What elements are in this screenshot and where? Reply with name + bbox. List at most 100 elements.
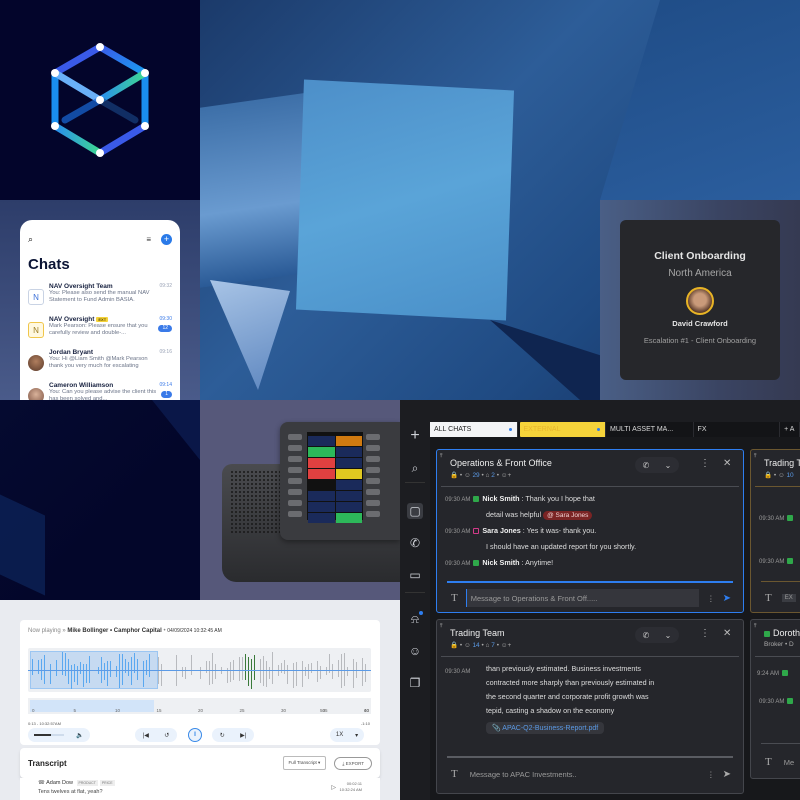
phone-icon[interactable]: ✆ xyxy=(407,535,423,551)
more-icon[interactable]: ⋮ xyxy=(707,770,715,779)
member-count: 29 xyxy=(472,472,480,479)
call-control[interactable]: ✆ ⌄ xyxy=(635,457,679,473)
chat-list-item[interactable]: N NAV Oversight EXT 09:30 Mark Pearson: Pl… xyxy=(28,316,172,347)
waveform-bar xyxy=(89,655,90,670)
panel-title: Operations & Front Office xyxy=(450,458,552,468)
tab-label: MULTI ASSET MA... xyxy=(610,426,674,433)
waveform-bar xyxy=(293,671,294,688)
waveform-bar xyxy=(89,671,90,684)
waveform-bar xyxy=(71,671,72,689)
tab-multi-asset[interactable]: MULTI ASSET MA... xyxy=(606,422,694,437)
pause-button[interactable]: ‖ xyxy=(188,728,202,742)
text-format-icon[interactable]: T xyxy=(765,756,772,768)
waveform-bar xyxy=(38,659,39,670)
speed-select[interactable]: 1X ▾ xyxy=(330,728,364,742)
plus-circle-icon[interactable]: + xyxy=(161,233,172,245)
attachment-link[interactable]: 📎 APAC-Q2-Business-Report.pdf xyxy=(486,722,605,734)
chat-list-item[interactable]: Jordan Bryant 09:16 You: Hi @Liam Smith @… xyxy=(28,349,172,380)
video-icon[interactable]: ▭ xyxy=(407,567,423,583)
device-key xyxy=(366,489,380,495)
waveform-bar xyxy=(302,661,303,670)
search-icon[interactable]: ⌕ xyxy=(28,234,33,245)
add-tab-button[interactable]: + A xyxy=(780,422,800,437)
text-format-icon[interactable]: T xyxy=(765,592,772,604)
contacts-icon[interactable]: ☺ xyxy=(407,643,423,659)
client-onboarding-card[interactable]: Client Onboarding North America David Cr… xyxy=(620,220,780,380)
message-input[interactable]: Message to Operations & Front Off..... xyxy=(465,589,700,607)
call-player-tile: Now playing » Mike Bollinger • Camphor C… xyxy=(0,600,400,800)
waveform-bar xyxy=(284,671,285,674)
skip-previous-icon[interactable]: |◀ xyxy=(143,732,149,739)
tab-fx[interactable]: FX xyxy=(694,422,781,437)
chevron-down-icon[interactable]: ⌄ xyxy=(665,461,672,470)
text-format-icon[interactable]: T xyxy=(451,768,458,780)
waveform-bar xyxy=(215,663,216,670)
panel-title: Trading Team xyxy=(450,628,505,638)
send-icon[interactable]: ➤ xyxy=(723,769,731,780)
waveform-bar xyxy=(161,664,162,670)
waveform-bar xyxy=(242,657,243,670)
transcript-filter-select[interactable]: Full Transcript ▾ xyxy=(282,756,327,770)
plus-icon[interactable]: + xyxy=(407,428,423,444)
panel-meta: 🔒 • ☺ 29 • ⌂ 2 • ☺+ xyxy=(450,472,512,479)
waveform-bar xyxy=(83,664,84,670)
chat-icon[interactable]: ▢ xyxy=(407,503,423,519)
speaker-icon[interactable]: 🔈 xyxy=(76,732,83,739)
filter-icon[interactable]: ≡ xyxy=(146,235,151,244)
msg-time: 09:30 AM xyxy=(759,559,785,565)
phone-icon[interactable]: ✆ xyxy=(643,461,650,470)
volume-control[interactable]: 🔈 xyxy=(28,728,90,742)
call-control[interactable]: ✆ ⌄ xyxy=(635,627,679,643)
forward-icon[interactable]: ↻ xyxy=(220,732,225,739)
dark-abstract-tile xyxy=(0,400,200,600)
panel-meta: 🔒 • ☺ 14 • ⌂ 7 • ☺+ xyxy=(450,642,512,649)
waveform-bar xyxy=(251,659,252,670)
chat-list-item[interactable]: Cameron Williamson 09:14 You: Can you ple… xyxy=(28,382,172,400)
timeline-tick-label: 15 xyxy=(156,708,162,713)
timeline-tick-label: 25 xyxy=(239,708,245,713)
waveform-bar xyxy=(272,671,273,684)
bookmark-icon[interactable]: ❐ xyxy=(407,675,423,691)
message-input[interactable]: Message to APAC Investments.. xyxy=(470,770,699,779)
waveform-bar xyxy=(62,671,63,675)
waveform-bar xyxy=(266,660,267,670)
waveform-bar xyxy=(281,662,282,670)
pin-icon[interactable]: ⫯ xyxy=(440,623,443,630)
chat-list-item[interactable]: N NAV Oversight Team 09:32 You: Please al… xyxy=(28,283,172,314)
msg-time: 09:30 AM xyxy=(759,699,785,705)
close-icon[interactable]: ✕ xyxy=(723,458,731,469)
waveform-bar xyxy=(338,660,339,670)
waveform-bar xyxy=(260,671,261,684)
pin-icon[interactable]: ⫯ xyxy=(754,623,757,630)
skip-next-icon[interactable]: ▶| xyxy=(240,732,246,739)
rewind-icon[interactable]: ↺ xyxy=(164,732,169,739)
more-icon[interactable]: ⋮ xyxy=(700,628,710,639)
waveform-bar xyxy=(302,671,303,688)
mention-chip[interactable]: @ Sara Jones xyxy=(543,511,593,520)
more-icon[interactable]: ⋮ xyxy=(700,458,710,469)
waveform-bar xyxy=(74,664,75,670)
play-icon[interactable]: ▷ xyxy=(331,784,336,791)
waveform-bar xyxy=(119,654,120,670)
waveform-bar xyxy=(221,671,222,675)
tab-external[interactable]: EXTERNAL xyxy=(519,422,607,437)
close-icon[interactable]: ✕ xyxy=(723,628,731,639)
message-input[interactable]: Me xyxy=(784,758,794,767)
send-icon[interactable]: ➤ xyxy=(723,593,731,604)
phone-icon[interactable]: ✆ xyxy=(643,631,650,640)
chat-name: NAV Oversight Team xyxy=(49,283,113,290)
pin-icon[interactable]: ⫯ xyxy=(754,453,757,460)
msg-time: 9:24 AM xyxy=(757,671,780,677)
device-key xyxy=(288,478,302,484)
export-button[interactable]: ⤓ EXPORT xyxy=(334,756,372,770)
waveform-bar xyxy=(248,671,249,686)
search-icon[interactable]: ⌕ xyxy=(407,460,423,476)
volume-slider[interactable] xyxy=(34,734,65,736)
transcript-row[interactable]: ☎ Adam Dow PRODUCT PRICE Tens twelves at … xyxy=(20,778,380,800)
pin-icon[interactable]: ⫯ xyxy=(440,453,443,460)
tab-all-chats[interactable]: ALL CHATS xyxy=(430,422,518,437)
waveform[interactable] xyxy=(28,648,371,692)
chevron-down-icon[interactable]: ⌄ xyxy=(665,631,672,640)
more-icon[interactable]: ⋮ xyxy=(707,594,715,603)
text-format-icon[interactable]: T xyxy=(451,592,458,604)
